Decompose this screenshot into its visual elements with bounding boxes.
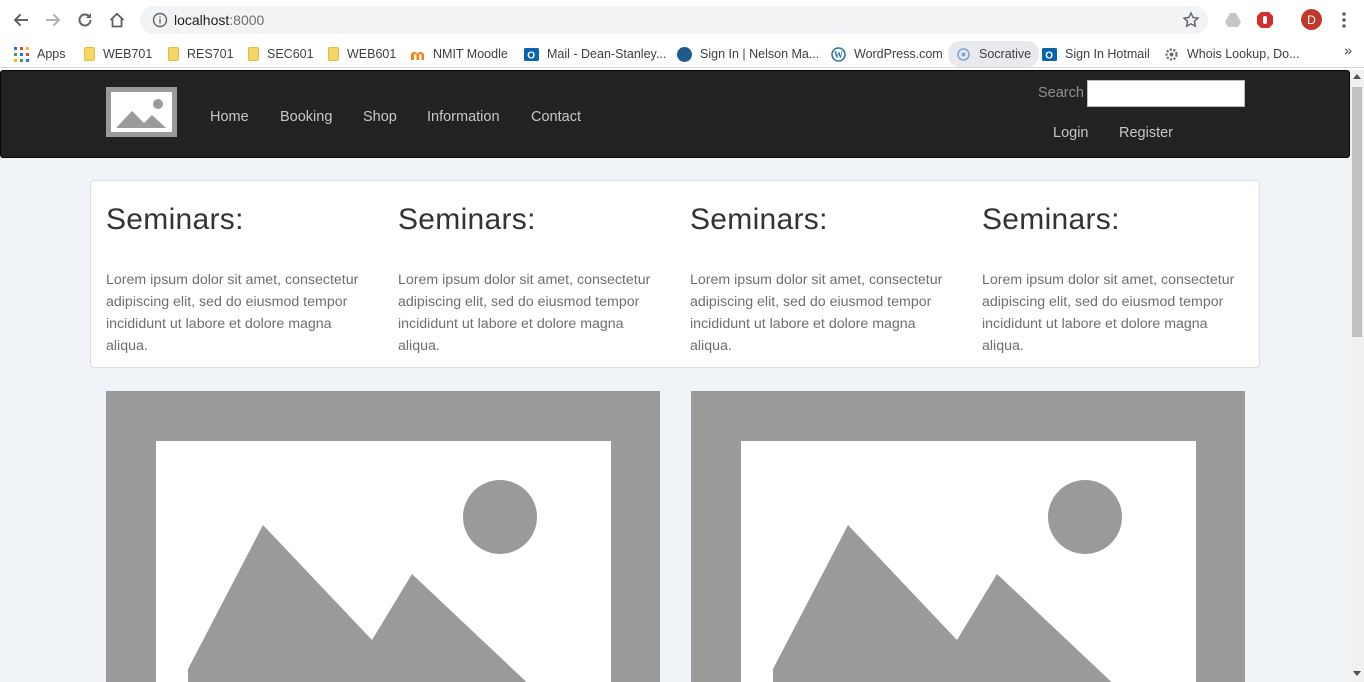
bookmark-label: WordPress.com <box>854 47 943 61</box>
nav-shop[interactable]: Shop <box>363 109 397 125</box>
seminars-panel: Seminars: Lorem ipsum dolor sit amet, co… <box>90 180 1260 368</box>
info-icon[interactable] <box>152 12 168 28</box>
seminar-body: Lorem ipsum dolor sit amet, consectetur … <box>398 272 651 354</box>
bookmark-socrative[interactable]: Socrative <box>948 41 1040 67</box>
drive-extension-icon[interactable] <box>1223 10 1243 30</box>
page-viewport: Home Booking Shop Information Contact Se… <box>0 70 1350 682</box>
bookmark-label: RES701 <box>187 47 234 61</box>
reload-icon <box>78 13 92 27</box>
svg-text:O: O <box>1045 50 1053 61</box>
outlook-icon: O <box>1042 47 1057 61</box>
home-button[interactable] <box>104 7 130 33</box>
bookmark-res701[interactable]: RES701 <box>168 44 234 64</box>
scroll-up-arrow-icon[interactable] <box>1353 74 1361 79</box>
browser-chrome: localhost:8000 D Apps WEB701 RES701 SEC6… <box>0 0 1364 70</box>
home-icon <box>109 12 125 28</box>
placeholder-image <box>106 391 660 682</box>
bookmark-star-icon[interactable] <box>1182 11 1200 29</box>
folder-icon <box>248 47 259 61</box>
bookmark-whois[interactable]: Whois Lookup, Do... <box>1164 44 1300 64</box>
bookmark-hotmail[interactable]: O Sign In Hotmail <box>1042 44 1150 64</box>
apps-grid-icon <box>14 46 29 62</box>
bookmark-web701[interactable]: WEB701 <box>84 44 152 64</box>
scroll-down-arrow-icon[interactable] <box>1353 671 1361 676</box>
browser-toolbar: localhost:8000 D <box>0 0 1364 38</box>
forward-button[interactable] <box>40 7 66 33</box>
gear-icon <box>1165 47 1178 61</box>
bookmark-label: Apps <box>37 47 66 61</box>
nav-contact[interactable]: Contact <box>531 109 581 125</box>
site-logo[interactable] <box>106 87 177 137</box>
nav-information[interactable]: Information <box>427 109 500 125</box>
reload-button[interactable] <box>72 7 98 33</box>
search-label: Search <box>1038 85 1084 101</box>
folder-icon <box>328 47 339 61</box>
folder-icon <box>168 47 179 61</box>
seminar-body: Lorem ipsum dolor sit amet, consectetur … <box>106 272 359 354</box>
forward-arrow-icon <box>46 13 61 27</box>
seminar-body: Lorem ipsum dolor sit amet, consectetur … <box>982 272 1235 354</box>
bookmark-wordpress[interactable]: W WordPress.com <box>831 44 943 64</box>
url-host: localhost <box>174 12 230 28</box>
wordpress-icon: W <box>831 46 846 62</box>
site-icon <box>677 46 692 62</box>
moodle-icon <box>411 51 424 60</box>
svg-text:O: O <box>527 50 535 61</box>
image-placeholder-icon <box>156 441 611 682</box>
bookmark-label: WEB601 <box>347 47 397 61</box>
bookmark-label: SEC601 <box>267 47 314 61</box>
bookmark-apps[interactable]: Apps <box>14 44 66 64</box>
bookmark-mail[interactable]: O Mail - Dean-Stanley... <box>524 44 666 64</box>
seminar-title: Seminars: <box>106 203 244 236</box>
scrollbar-thumb[interactable] <box>1352 87 1362 337</box>
more-bookmarks-button[interactable]: » <box>1344 42 1352 58</box>
search-input[interactable] <box>1087 80 1245 107</box>
socrative-icon <box>957 47 970 61</box>
placeholder-image <box>691 391 1245 682</box>
bookmark-nmit-moodle[interactable]: NMIT Moodle <box>410 44 508 64</box>
bookmark-label: Socrative <box>979 47 1032 61</box>
seminar-title: Seminars: <box>982 203 1120 236</box>
url-port: :8000 <box>229 12 265 28</box>
nav-booking[interactable]: Booking <box>280 109 332 125</box>
seminar-body: Lorem ipsum dolor sit amet, consectetur … <box>690 272 943 354</box>
back-button[interactable] <box>8 7 34 33</box>
bookmark-nelson[interactable]: Sign In | Nelson Ma... <box>677 44 819 64</box>
seminar-title: Seminars: <box>690 203 828 236</box>
svg-text:W: W <box>834 50 843 60</box>
seminar-title: Seminars: <box>398 203 536 236</box>
bookmarks-bar: Apps WEB701 RES701 SEC601 WEB601 NMIT Mo… <box>0 38 1364 68</box>
adblock-extension-icon[interactable] <box>1255 10 1275 30</box>
bookmark-label: NMIT Moodle <box>433 47 508 61</box>
outlook-icon: O <box>524 47 539 61</box>
url-text: localhost:8000 <box>174 12 264 28</box>
address-bar[interactable]: localhost:8000 <box>140 6 1208 34</box>
bookmark-sec601[interactable]: SEC601 <box>248 44 314 64</box>
bookmark-label: Whois Lookup, Do... <box>1187 47 1300 61</box>
nav-home[interactable]: Home <box>210 109 249 125</box>
profile-avatar[interactable]: D <box>1301 9 1322 30</box>
folder-icon <box>84 47 95 61</box>
bookmark-label: Sign In | Nelson Ma... <box>700 47 820 61</box>
image-placeholder-icon <box>741 441 1196 682</box>
login-link[interactable]: Login <box>1053 125 1088 141</box>
bookmark-label: Sign In Hotmail <box>1065 47 1150 61</box>
bookmark-label: WEB701 <box>103 47 153 61</box>
image-placeholder-icon <box>111 92 172 132</box>
site-navbar: Home Booking Shop Information Contact Se… <box>0 70 1350 158</box>
kebab-menu-icon[interactable] <box>1336 10 1352 30</box>
back-arrow-icon <box>13 13 28 27</box>
register-link[interactable]: Register <box>1119 125 1173 141</box>
bookmark-web601[interactable]: WEB601 <box>328 44 396 64</box>
bookmark-label: Mail - Dean-Stanley... <box>547 47 667 61</box>
vertical-scrollbar[interactable] <box>1350 70 1364 682</box>
